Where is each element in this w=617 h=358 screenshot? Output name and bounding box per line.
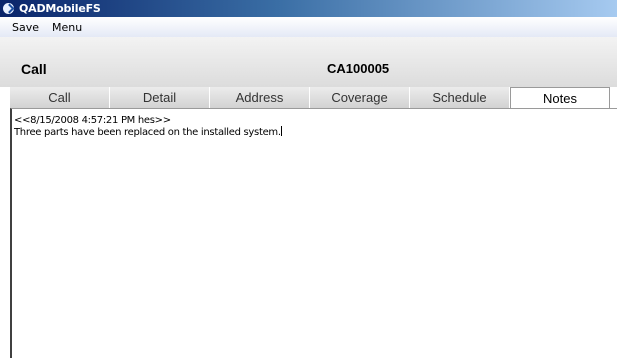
tab-detail[interactable]: Detail	[110, 87, 210, 108]
tab-coverage[interactable]: Coverage	[310, 87, 410, 108]
menu-menu[interactable]: Menu	[52, 21, 82, 34]
app-logo-icon	[2, 2, 15, 15]
note-body-line: Three parts have been replaced on the in…	[14, 126, 617, 138]
menu-save[interactable]: Save	[12, 21, 39, 34]
tab-notes[interactable]: Notes	[510, 87, 610, 108]
title-bar: QADMobileFS	[0, 0, 617, 17]
note-header-line: <<8/15/2008 4:57:21 PM hes>>	[14, 115, 171, 126]
notes-textarea[interactable]: <<8/15/2008 4:57:21 PM hes>> Three parts…	[10, 108, 617, 358]
window-title: QADMobileFS	[19, 2, 101, 15]
record-header: Call CA100005	[0, 37, 617, 87]
tab-strip: Call Detail Address Coverage Schedule No…	[10, 87, 617, 108]
record-id: CA100005	[327, 61, 390, 76]
menu-bar: Save Menu	[0, 17, 617, 37]
note-body-text: Three parts have been replaced on the in…	[14, 127, 281, 138]
tab-call[interactable]: Call	[10, 87, 110, 108]
text-cursor	[280, 126, 282, 136]
tab-address[interactable]: Address	[210, 87, 310, 108]
tab-schedule[interactable]: Schedule	[410, 87, 510, 108]
page-title: Call	[21, 61, 47, 77]
